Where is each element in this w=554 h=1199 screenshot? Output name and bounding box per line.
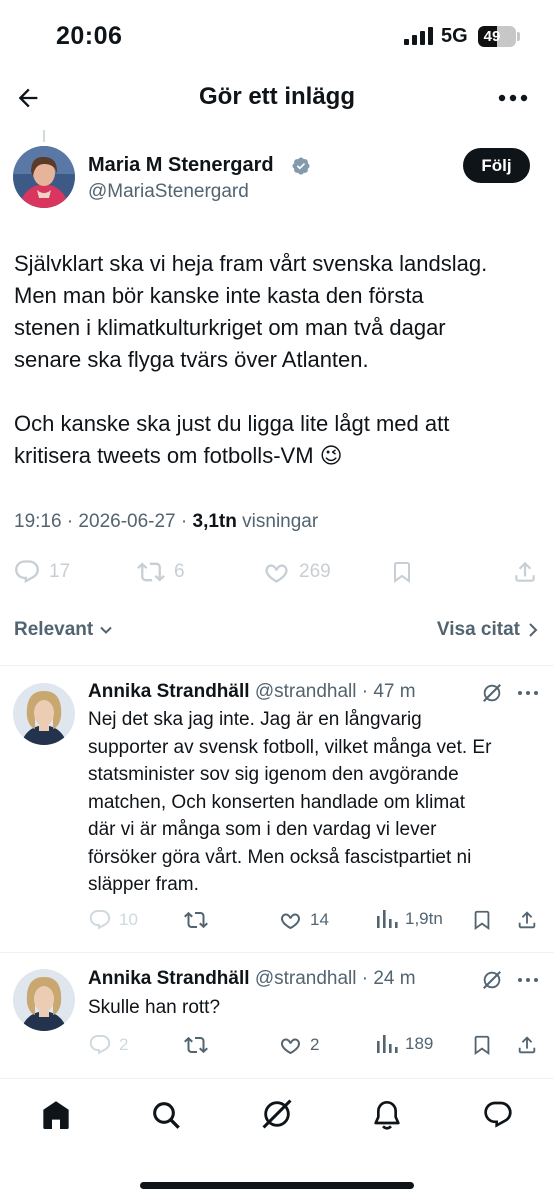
post-text: Självklart ska vi heja fram vårt svenska… xyxy=(14,248,544,472)
views-count: 3,1tn xyxy=(192,511,237,532)
share-icon[interactable] xyxy=(516,1033,538,1057)
reply-like-count: 14 xyxy=(310,910,329,929)
page-title: Gör ett inlägg xyxy=(199,83,355,110)
repost-icon xyxy=(183,908,209,932)
more-horizontal-icon[interactable] xyxy=(517,690,539,696)
reply-time: · 47 m xyxy=(356,681,416,702)
chevron-right-icon xyxy=(528,622,538,638)
follow-button[interactable]: Följ xyxy=(463,148,530,183)
status-time: 20:06 xyxy=(56,22,123,50)
divider xyxy=(0,952,554,953)
messages-icon[interactable] xyxy=(481,1099,515,1131)
reply-text: Skulle han rott? xyxy=(88,997,221,1018)
reply-author-name[interactable]: Annika Strandhäll xyxy=(88,968,250,989)
reply-action[interactable]: 17 xyxy=(13,558,70,586)
chevron-down-icon xyxy=(99,623,113,637)
reply-views-action[interactable]: 1,9tn xyxy=(376,908,443,930)
reply-handle[interactable]: @strandhall xyxy=(255,968,357,989)
home-icon[interactable] xyxy=(40,1099,72,1131)
reply-reply-action[interactable]: 10 xyxy=(88,908,138,932)
reply-like-action[interactable]: 2 xyxy=(278,1033,319,1057)
reply-text: Nej det ska jag inte. Jag är en långvari… xyxy=(88,709,492,895)
reply-icon xyxy=(88,1033,112,1057)
author-avatar[interactable] xyxy=(13,146,75,208)
heart-icon xyxy=(262,558,291,586)
reply-views-count: 189 xyxy=(405,1034,434,1053)
repost-action[interactable]: 6 xyxy=(136,558,185,586)
grok-icon[interactable] xyxy=(481,682,503,704)
grok-icon[interactable] xyxy=(481,969,503,991)
view-quotes-label: Visa citat xyxy=(436,619,520,640)
battery-icon: 49 xyxy=(478,26,516,47)
reply-views-count: 1,9tn xyxy=(405,909,443,928)
battery-tip xyxy=(517,32,520,41)
battery-level: 49 xyxy=(483,28,501,45)
reply-icon xyxy=(88,908,112,932)
divider xyxy=(0,665,554,666)
heart-icon xyxy=(278,1033,303,1057)
reply-author-name[interactable]: Annika Strandhäll xyxy=(88,681,250,702)
author-handle[interactable]: @MariaStenergard xyxy=(88,181,249,203)
grok-icon[interactable] xyxy=(260,1097,294,1131)
reply-avatar[interactable] xyxy=(13,969,75,1031)
notifications-icon[interactable] xyxy=(371,1099,403,1131)
share-icon[interactable] xyxy=(512,558,538,586)
repost-count: 6 xyxy=(174,561,185,582)
bookmark-icon[interactable] xyxy=(390,558,414,586)
verified-badge-icon xyxy=(291,156,311,176)
home-indicator xyxy=(140,1182,414,1189)
reply-count: 17 xyxy=(49,561,71,582)
post-timestamp: 19:16 · 2026-06-27 · xyxy=(14,511,193,532)
heart-icon xyxy=(278,908,303,932)
thread-connector xyxy=(43,130,45,142)
search-icon[interactable] xyxy=(150,1099,182,1131)
views-label: visningar xyxy=(236,511,319,532)
reply-like-action[interactable]: 14 xyxy=(278,908,329,932)
view-quotes-link[interactable]: Visa citat xyxy=(437,619,538,641)
reply-time: · 24 m xyxy=(356,968,416,989)
sort-dropdown[interactable]: Relevant xyxy=(14,619,113,641)
bookmark-icon[interactable] xyxy=(471,1033,493,1057)
reply-reply-action[interactable]: 2 xyxy=(88,1033,128,1057)
views-icon xyxy=(376,1033,398,1055)
more-horizontal-icon[interactable] xyxy=(517,977,539,983)
reply-repost-action[interactable] xyxy=(183,1033,209,1057)
reply-like-count: 2 xyxy=(310,1035,320,1054)
author-name[interactable]: Maria M Stenergard xyxy=(88,154,274,177)
views-icon xyxy=(376,908,398,930)
reply-icon xyxy=(13,558,41,586)
sort-label: Relevant xyxy=(14,619,94,640)
reply-header: Annika Strandhäll @strandhall · 24 m xyxy=(88,968,416,990)
reply-views-action[interactable]: 189 xyxy=(376,1033,433,1055)
reply-reply-count: 2 xyxy=(119,1035,129,1054)
share-icon[interactable] xyxy=(516,908,538,932)
post-meta: 19:16 · 2026-06-27 · 3,1tn visningar xyxy=(14,511,318,533)
reply-reply-count: 10 xyxy=(119,910,138,929)
post-paragraph-2: Och kanske ska just du ligga lite lågt m… xyxy=(14,411,450,468)
signal-icon xyxy=(404,27,434,45)
like-count: 269 xyxy=(299,561,331,582)
reply-header: Annika Strandhäll @strandhall · 47 m xyxy=(88,681,416,703)
repost-icon xyxy=(136,558,166,586)
more-horizontal-icon[interactable] xyxy=(498,93,528,103)
bookmark-icon[interactable] xyxy=(471,908,493,932)
reply-avatar[interactable] xyxy=(13,683,75,745)
like-action[interactable]: 269 xyxy=(262,558,331,586)
reply-handle[interactable]: @strandhall xyxy=(255,681,357,702)
post-paragraph-1: Självklart ska vi heja fram vårt svenska… xyxy=(14,251,488,372)
reply-repost-action[interactable] xyxy=(183,908,209,932)
repost-icon xyxy=(183,1033,209,1057)
network-type: 5G xyxy=(441,25,468,47)
